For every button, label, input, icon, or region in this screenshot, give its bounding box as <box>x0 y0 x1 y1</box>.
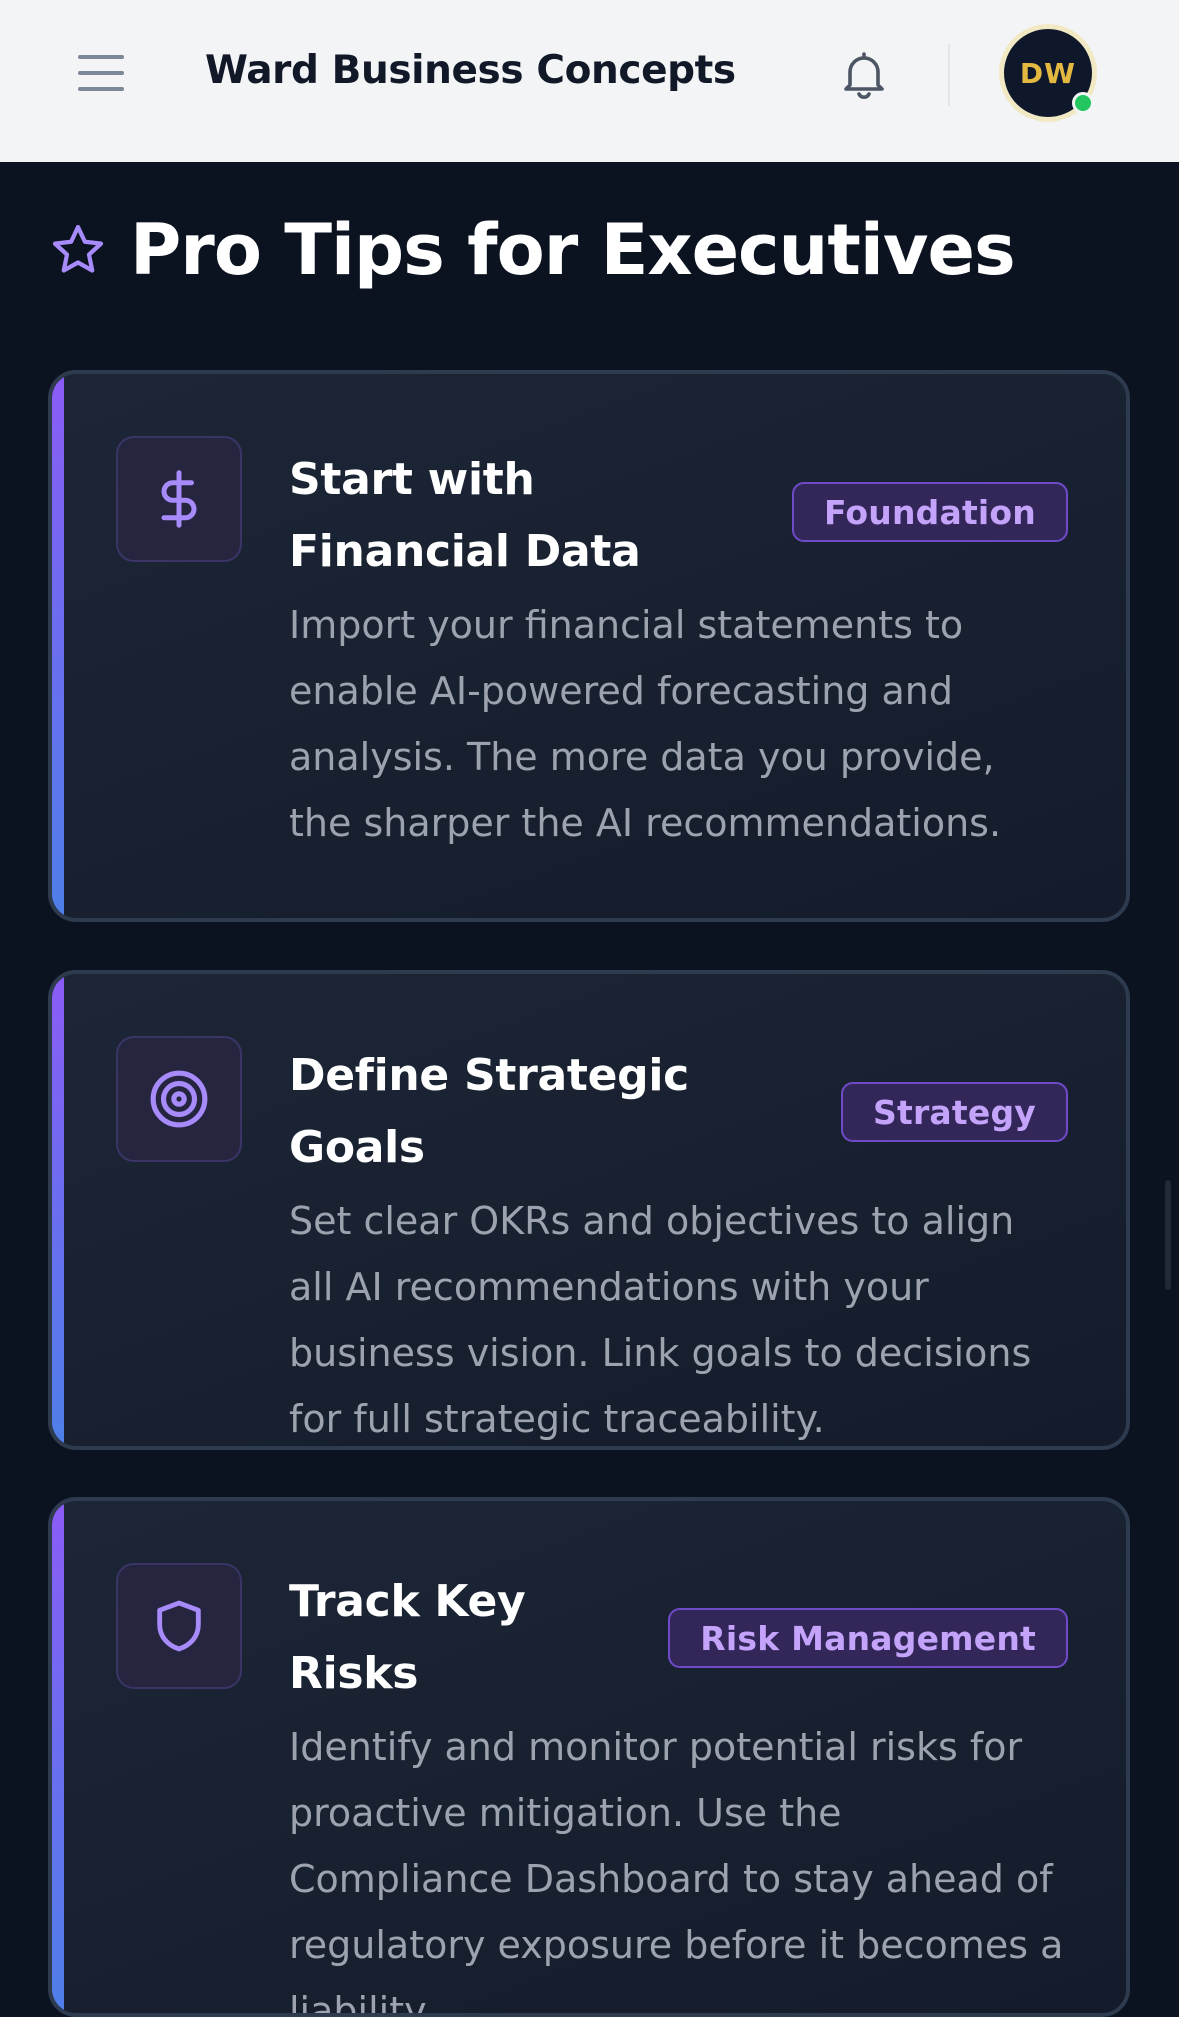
card-accent-bar <box>52 1501 64 2013</box>
tip-content: Start with Financial Data Foundation Imp… <box>289 444 1068 856</box>
tip-head: Track Key Risks Risk Management <box>289 1566 1068 1710</box>
tip-title: Define Strategic Goals <box>289 1050 689 1173</box>
tip-description: Import your financial statements to enab… <box>289 603 1002 845</box>
app-header: Ward Business Concepts DW <box>0 0 1179 162</box>
tip-card-financial-data[interactable]: Start with Financial Data Foundation Imp… <box>48 370 1130 922</box>
tip-badge: Foundation <box>791 482 1068 542</box>
notifications-button[interactable] <box>838 48 890 102</box>
tip-badge: Strategy <box>841 1082 1068 1142</box>
tip-content: Define Strategic Goals Strategy Set clea… <box>289 1040 1068 1446</box>
tip-head: Start with Financial Data Foundation <box>289 444 1068 588</box>
star-icon <box>52 224 104 273</box>
hamburger-icon-line-bottom <box>78 87 124 91</box>
target-icon <box>150 1070 208 1128</box>
tip-head: Define Strategic Goals Strategy <box>289 1040 1068 1184</box>
scrollbar-thumb[interactable] <box>1165 1180 1171 1290</box>
card-accent-bar <box>52 374 64 918</box>
tip-icon-box <box>116 1563 242 1689</box>
online-status-dot <box>1072 92 1094 114</box>
section-header: Pro Tips for Executives <box>48 205 1016 295</box>
menu-button[interactable] <box>76 52 128 96</box>
tip-description: Set clear OKRs and objectives to align a… <box>289 1199 1032 1441</box>
header-divider <box>948 44 950 106</box>
section-title: Pro Tips for Executives <box>130 209 1016 291</box>
bell-icon <box>844 52 884 99</box>
avatar-initials: DW <box>1019 56 1077 90</box>
tip-icon-box <box>116 436 242 562</box>
dollar-icon <box>161 470 197 528</box>
hamburger-icon-line-top <box>78 55 124 59</box>
tip-icon-box <box>116 1036 242 1162</box>
tip-card-strategic-goals[interactable]: Define Strategic Goals Strategy Set clea… <box>48 970 1130 1450</box>
user-avatar[interactable]: DW <box>999 24 1097 122</box>
shield-icon <box>157 1600 201 1652</box>
tip-title: Start with Financial Data <box>289 454 641 577</box>
tip-description: Identify and monitor potential risks for… <box>289 1725 1064 2017</box>
tip-card-key-risks[interactable]: Track Key Risks Risk Management Identify… <box>48 1497 1130 2017</box>
tip-title: Track Key Risks <box>289 1576 526 1699</box>
card-accent-bar <box>52 974 64 1446</box>
app-title: Ward Business Concepts <box>205 48 736 93</box>
hamburger-icon-line-middle <box>78 71 124 75</box>
tip-badge: Risk Management <box>668 1608 1068 1668</box>
tip-content: Track Key Risks Risk Management Identify… <box>289 1566 1068 2017</box>
